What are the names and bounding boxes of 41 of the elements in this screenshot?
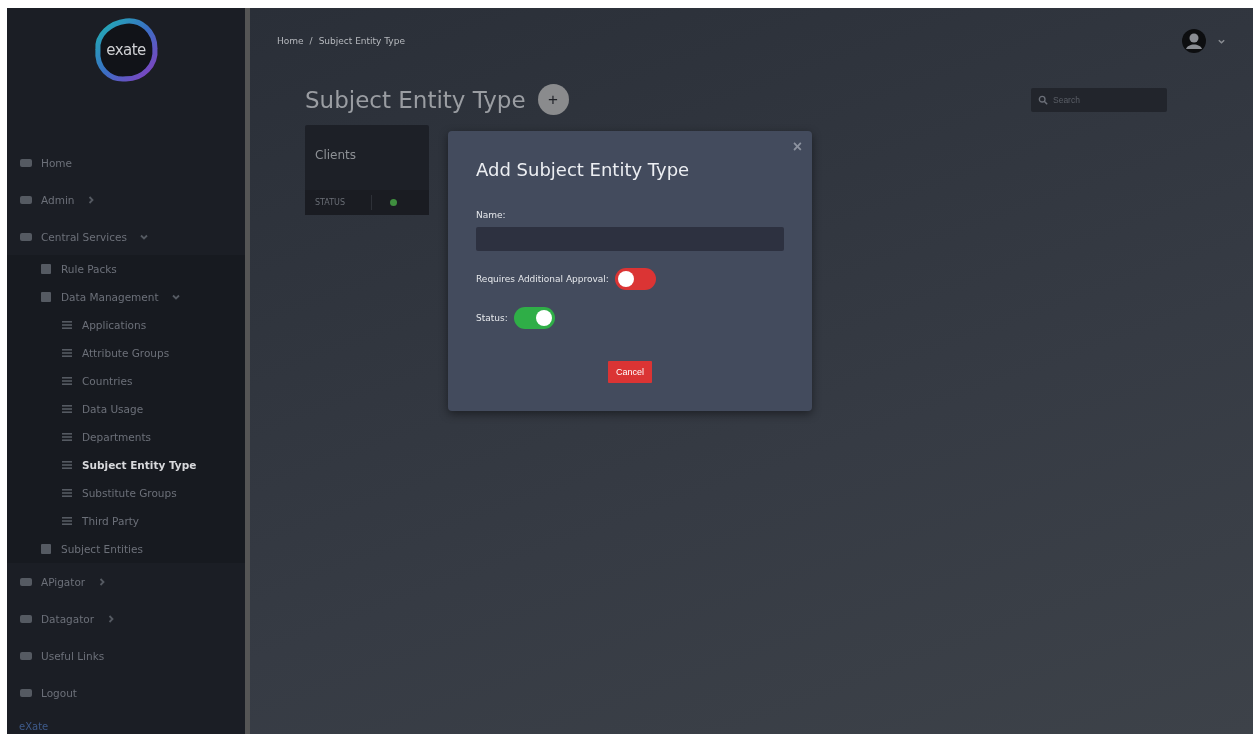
toggle-switch[interactable] bbox=[614, 268, 656, 290]
breadcrumb-item: Subject Entity Type bbox=[318, 36, 405, 46]
nav-item[interactable]: Substitute Groups bbox=[7, 479, 245, 507]
nav-item[interactable]: Useful Links bbox=[7, 637, 245, 674]
nav-item[interactable]: Subject Entities bbox=[7, 535, 245, 563]
field-label: Requires Additional Approval: bbox=[476, 274, 609, 284]
modal-title: Add Subject Entity Type bbox=[476, 159, 691, 180]
logo-text: exate bbox=[106, 41, 146, 59]
avatar-icon[interactable] bbox=[1181, 28, 1207, 54]
page-title: Subject Entity Type bbox=[305, 86, 526, 113]
nav-item[interactable]: Third Party bbox=[7, 507, 245, 535]
nav-item[interactable]: APigator bbox=[7, 563, 245, 600]
search-icon bbox=[1038, 94, 1048, 105]
nav-item[interactable]: Logout bbox=[7, 674, 245, 711]
entity-card[interactable]: Clients STATUS bbox=[305, 125, 429, 215]
breadcrumb-item[interactable]: Home bbox=[277, 36, 304, 46]
chevron-down-icon bbox=[170, 292, 181, 302]
close-button[interactable]: × bbox=[792, 139, 802, 155]
nav-item[interactable]: Admin bbox=[7, 181, 245, 218]
nav-item[interactable]: Subject Entity Type bbox=[7, 451, 245, 479]
field-label: Status: bbox=[476, 313, 508, 323]
status-label: STATUS bbox=[315, 198, 345, 207]
card-title: Clients bbox=[314, 147, 357, 162]
nav-item[interactable]: Home bbox=[7, 144, 245, 181]
nav-item[interactable]: Rule Packs bbox=[7, 255, 245, 283]
nav-item[interactable]: Datagator bbox=[7, 600, 245, 637]
name-input-field[interactable] bbox=[476, 227, 784, 251]
nav-item[interactable]: Departments bbox=[7, 423, 245, 451]
sidebar-footer: eXate bbox=[7, 721, 245, 732]
cancel-button[interactable]: Cancel bbox=[608, 361, 652, 383]
nav-item[interactable]: Attribute Groups bbox=[7, 339, 245, 367]
nav-item[interactable]: Countries bbox=[7, 367, 245, 395]
breadcrumb-separator: / bbox=[309, 36, 313, 46]
field-label: Name: bbox=[476, 210, 507, 220]
nav-item[interactable]: Data Management bbox=[7, 283, 245, 311]
add-button[interactable]: + bbox=[537, 84, 569, 115]
toggle-switch[interactable] bbox=[513, 307, 555, 329]
nav-item[interactable]: Central Services bbox=[7, 218, 245, 255]
nav-item[interactable]: Data Usage bbox=[7, 395, 245, 423]
logo-ring-icon bbox=[92, 16, 160, 84]
nav-item[interactable]: Applications bbox=[7, 311, 245, 339]
